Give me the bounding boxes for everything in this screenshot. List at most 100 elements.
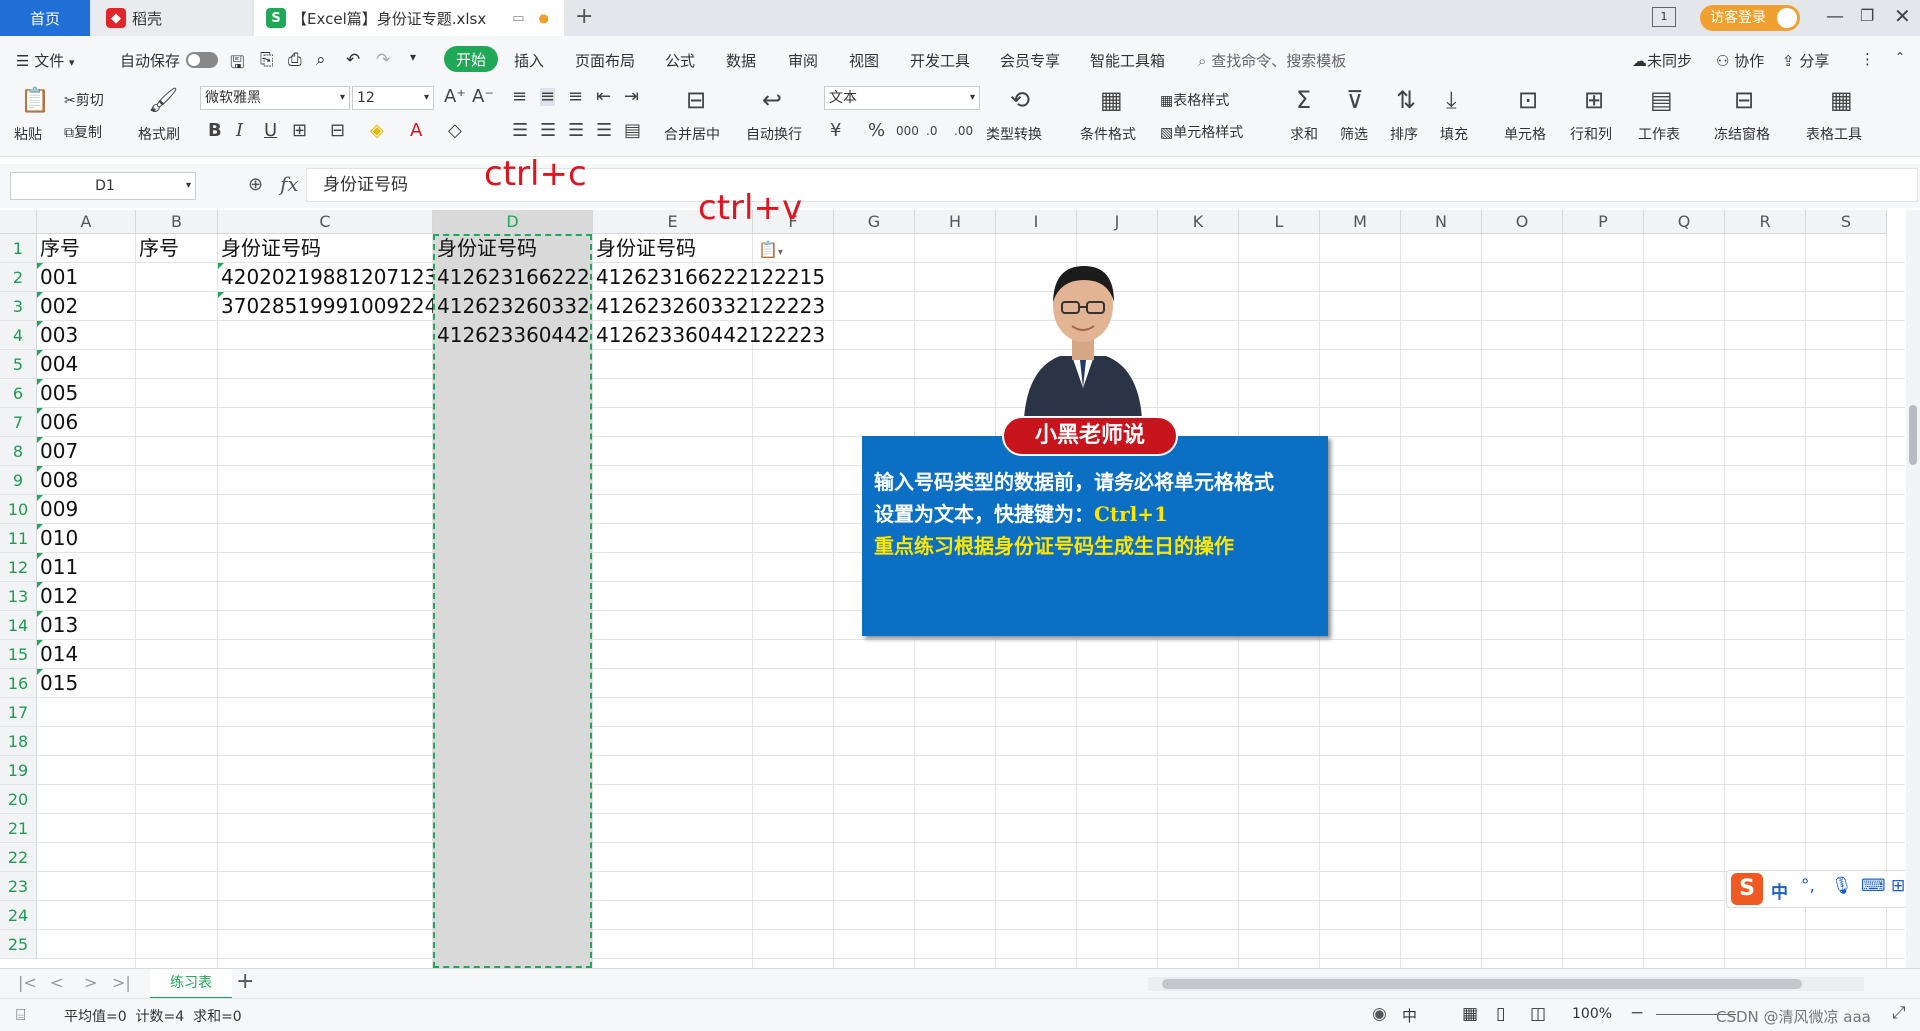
page-count-badge[interactable]: 1 xyxy=(1652,7,1676,27)
underline-icon[interactable]: U xyxy=(264,122,277,140)
ime-toolbar[interactable]: S 中 °, 🎙 ⌨ ⊞ xyxy=(1726,870,1920,908)
row-header[interactable]: 21 xyxy=(0,814,37,843)
justify-icon[interactable]: ☰ xyxy=(596,122,612,140)
cell-button[interactable]: 单元格 xyxy=(1504,124,1546,144)
row-header[interactable]: 25 xyxy=(0,930,37,959)
tab-file[interactable]: S 【Excel篇】身份证专题.xlsx ▭ ● xyxy=(254,0,564,36)
sort-button[interactable]: 排序 xyxy=(1390,124,1418,144)
copy-button[interactable]: ⧉复制 xyxy=(64,122,102,142)
cell-b1[interactable]: 序号 xyxy=(136,234,218,263)
cut-button[interactable]: ✂剪切 xyxy=(64,90,104,110)
column-header-m[interactable]: M xyxy=(1320,210,1401,234)
column-header-l[interactable]: L xyxy=(1239,210,1320,234)
add-sheet-icon[interactable]: + xyxy=(236,969,254,994)
menu-data[interactable]: 数据 xyxy=(726,50,756,71)
freeze-panes-button[interactable]: 冻结窗格 xyxy=(1714,124,1770,144)
cell-a13[interactable]: 012 xyxy=(37,582,136,611)
zoom-formula-icon[interactable]: ⊕ xyxy=(248,174,263,195)
wrap-text-icon[interactable]: ↩ xyxy=(762,88,782,112)
command-search[interactable]: ⌕ 查找命令、搜索模板 xyxy=(1198,50,1346,71)
column-header-n[interactable]: N xyxy=(1401,210,1482,234)
cell-a16[interactable]: 015 xyxy=(37,669,136,698)
worksheet-button[interactable]: 工作表 xyxy=(1638,124,1680,144)
font-shrink-icon[interactable]: A⁻ xyxy=(472,88,494,106)
export-icon[interactable]: ⎘ xyxy=(260,50,274,70)
column-header-g[interactable]: G xyxy=(834,210,915,234)
new-tab-icon[interactable]: + xyxy=(575,4,593,29)
row-header[interactable]: 10 xyxy=(0,495,37,524)
sort-icon[interactable]: ⇅ xyxy=(1396,88,1416,112)
tab-daoke[interactable]: ◆ 稻壳 xyxy=(92,0,252,36)
restore-icon[interactable]: ❐ xyxy=(1860,6,1874,25)
column-header-b[interactable]: B xyxy=(136,210,218,234)
next-sheet-icon[interactable]: > xyxy=(84,973,97,992)
table-style-button[interactable]: ▦表格样式 xyxy=(1160,90,1229,110)
strikethrough-icon[interactable]: ⊟ xyxy=(330,122,345,140)
sync-status[interactable]: ☁未同步 xyxy=(1632,50,1692,71)
clear-format-icon[interactable]: ◇ xyxy=(448,122,462,140)
menu-developer[interactable]: 开发工具 xyxy=(910,50,970,71)
format-painter-icon[interactable]: 🖌 xyxy=(148,88,178,112)
outdent-icon[interactable]: ⇤ xyxy=(596,88,611,106)
row-header[interactable]: 5 xyxy=(0,350,37,379)
merge-icon[interactable]: ⊟ xyxy=(686,88,706,112)
align-top-icon[interactable]: ≡ xyxy=(512,88,527,106)
vertical-scroll-thumb[interactable] xyxy=(1909,405,1917,465)
cell-a9[interactable]: 008 xyxy=(37,466,136,495)
row-header[interactable]: 3 xyxy=(0,292,37,321)
cell-a8[interactable]: 007 xyxy=(37,437,136,466)
row-header[interactable]: 15 xyxy=(0,640,37,669)
row-header[interactable]: 4 xyxy=(0,321,37,350)
preview-icon[interactable]: ⌕ xyxy=(316,50,326,70)
type-convert-icon[interactable]: ⟲ xyxy=(1010,88,1030,112)
number-format-select[interactable]: 文本 ▾ xyxy=(824,86,980,110)
select-all-corner[interactable] xyxy=(0,210,37,234)
column-header-j[interactable]: J xyxy=(1077,210,1158,234)
cell-a7[interactable]: 006 xyxy=(37,408,136,437)
row-header[interactable]: 8 xyxy=(0,437,37,466)
indent-icon[interactable]: ⇥ xyxy=(624,88,639,106)
column-header-a[interactable]: A xyxy=(37,210,136,234)
font-grow-icon[interactable]: A⁺ xyxy=(444,88,466,106)
align-left-icon[interactable]: ☰ xyxy=(512,122,528,140)
more-menu-icon[interactable]: ⋮ xyxy=(1860,50,1875,68)
keyboard-icon[interactable]: ⌨ xyxy=(1861,876,1886,896)
cell-a10[interactable]: 009 xyxy=(37,495,136,524)
fullscreen-icon[interactable]: ⤢ xyxy=(1892,1003,1906,1023)
row-header[interactable]: 14 xyxy=(0,611,37,640)
column-header-c[interactable]: C xyxy=(218,210,433,234)
page-layout-view-icon[interactable]: ▯ xyxy=(1496,1004,1505,1024)
filter-icon[interactable]: ⊽ xyxy=(1346,88,1364,112)
paste-options-icon[interactable]: 📋▾ xyxy=(758,240,783,259)
menu-formula[interactable]: 公式 xyxy=(665,50,695,71)
row-col-button[interactable]: 行和列 xyxy=(1570,124,1612,144)
fill-icon[interactable]: ⤓ xyxy=(1446,88,1457,112)
zoom-out-icon[interactable]: − xyxy=(1630,1003,1644,1023)
menu-page-layout[interactable]: 页面布局 xyxy=(575,50,635,71)
row-header[interactable]: 1 xyxy=(0,234,37,263)
row-header[interactable]: 9 xyxy=(0,466,37,495)
currency-icon[interactable]: ¥ xyxy=(830,122,841,140)
column-header-h[interactable]: H xyxy=(915,210,996,234)
cell-a14[interactable]: 013 xyxy=(37,611,136,640)
align-bottom-icon[interactable]: ≡ xyxy=(568,88,583,106)
cell-a3[interactable]: 002 xyxy=(37,292,136,321)
worksheet-icon[interactable]: ▤ xyxy=(1650,88,1673,112)
column-header-r[interactable]: R xyxy=(1725,210,1806,234)
fill-button[interactable]: 填充 xyxy=(1440,124,1468,144)
menu-review[interactable]: 审阅 xyxy=(788,50,818,71)
row-header[interactable]: 12 xyxy=(0,553,37,582)
fx-icon[interactable]: fx xyxy=(280,172,299,196)
table-tools-button[interactable]: 表格工具 xyxy=(1806,124,1862,144)
horizontal-scrollbar[interactable] xyxy=(1148,977,1864,991)
row-header[interactable]: 24 xyxy=(0,901,37,930)
row-header[interactable]: 18 xyxy=(0,727,37,756)
sheet-tab-practice[interactable]: 练习表 xyxy=(150,969,232,999)
thousands-icon[interactable]: 000 xyxy=(896,122,919,140)
bold-icon[interactable]: B xyxy=(208,122,222,140)
percent-icon[interactable]: % xyxy=(868,122,885,140)
undo-icon[interactable]: ↶ xyxy=(346,50,360,70)
cell-d4[interactable]: 412623360442122223 xyxy=(434,321,592,350)
page-break-view-icon[interactable]: ◫ xyxy=(1530,1004,1546,1024)
cell-d3[interactable]: 412623260332122223 xyxy=(434,292,592,321)
